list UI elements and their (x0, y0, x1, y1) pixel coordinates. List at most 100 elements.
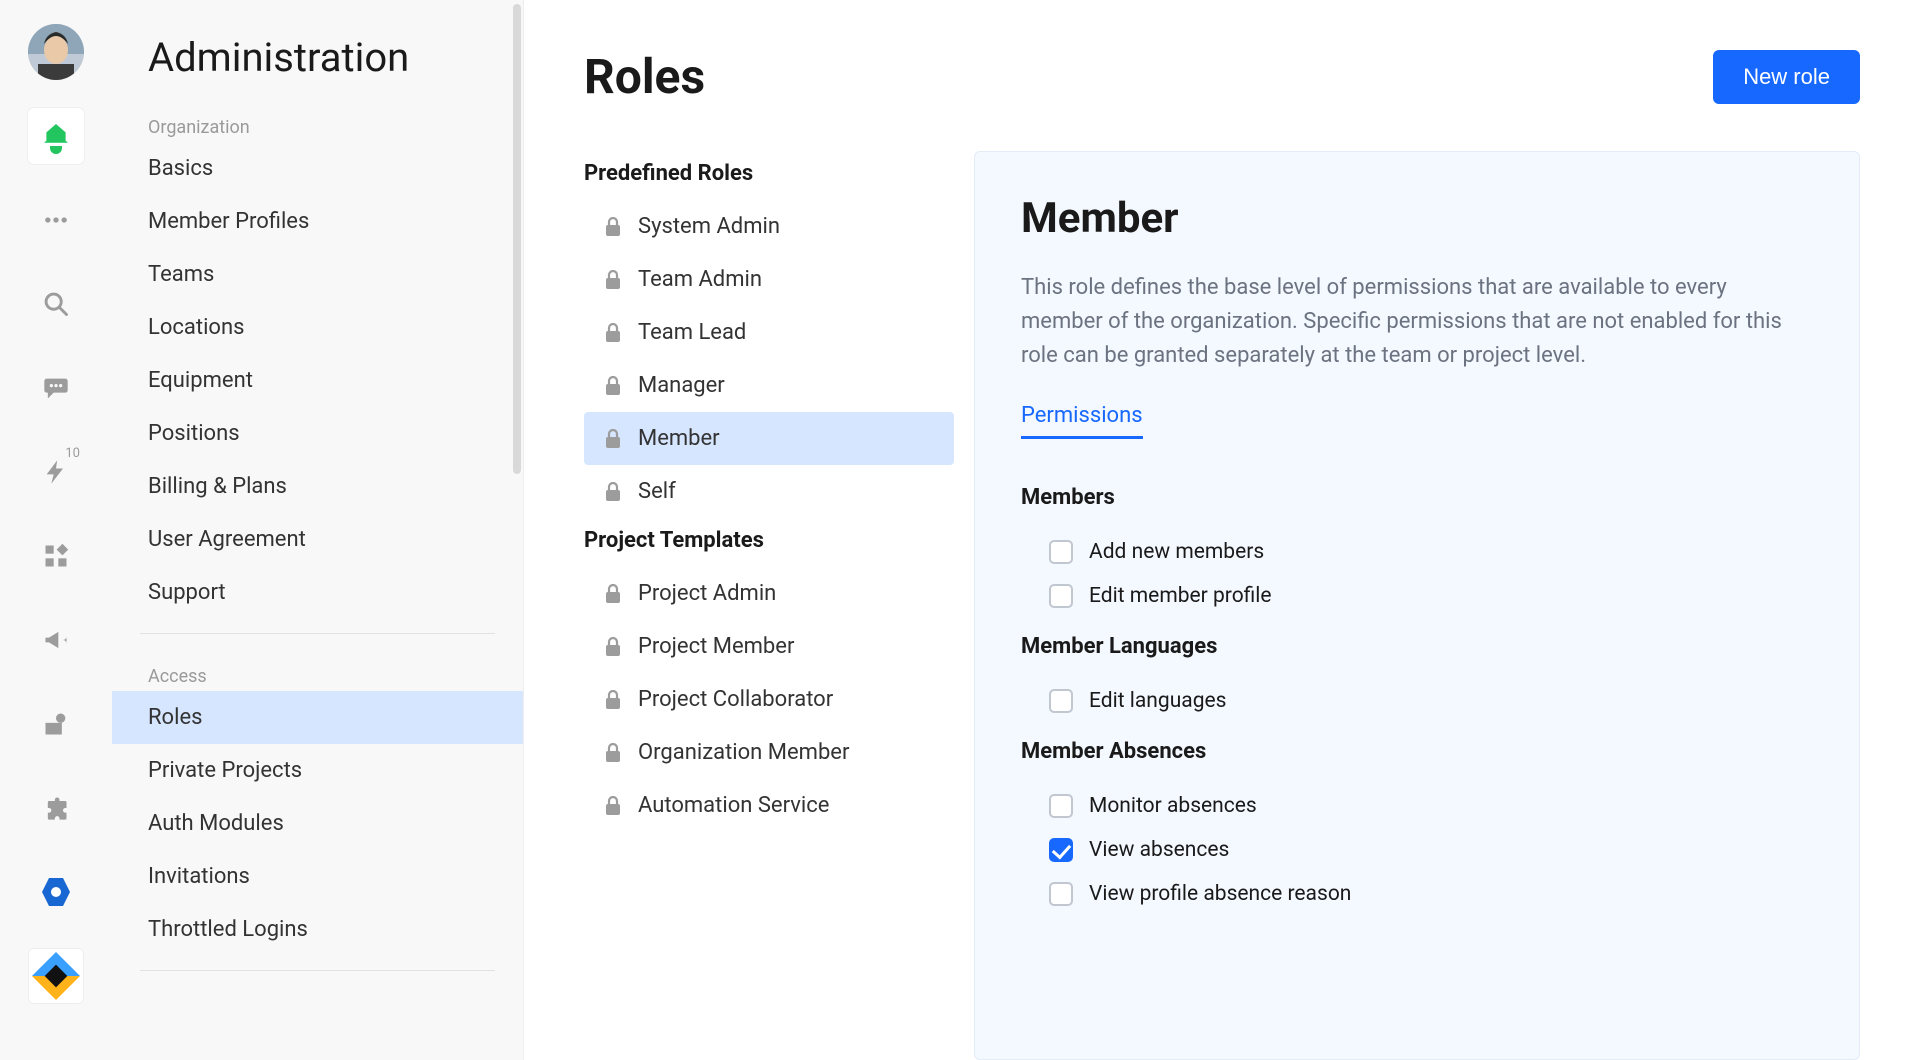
permission-label: View profile absence reason (1089, 882, 1351, 906)
sidebar-title: Administration (112, 34, 523, 99)
role-group-project-templates: Project Templates (584, 518, 954, 567)
permission-checkbox[interactable] (1049, 838, 1073, 862)
role-item-label: Project Member (638, 634, 794, 659)
role-item-label: System Admin (638, 214, 780, 239)
permission-row-add-new-members: Add new members (1021, 530, 1813, 574)
nav-member-profiles[interactable]: Member Profiles (112, 195, 523, 248)
nav-private-projects[interactable]: Private Projects (112, 744, 523, 797)
lightning-icon (42, 458, 70, 486)
main-header: Roles New role (584, 48, 1860, 105)
puzzle-icon (42, 794, 70, 822)
permission-checkbox[interactable] (1049, 584, 1073, 608)
permission-checkbox[interactable] (1049, 794, 1073, 818)
permission-section-member-languages: Member Languages (1021, 634, 1813, 659)
permission-checkbox[interactable] (1049, 882, 1073, 906)
chat-button[interactable] (28, 360, 84, 416)
sidebar-divider (140, 970, 495, 971)
permission-label: Add new members (1089, 540, 1264, 564)
notifications-button[interactable] (28, 108, 84, 164)
role-item-project-member[interactable]: Project Member (584, 620, 954, 673)
lock-icon (604, 482, 622, 502)
role-item-project-admin[interactable]: Project Admin (584, 567, 954, 620)
main-content: Roles New role Predefined Roles System A… (524, 0, 1920, 1060)
activity-button[interactable]: 10 (28, 444, 84, 500)
sidebar-divider (140, 633, 495, 634)
nav-invitations[interactable]: Invitations (112, 850, 523, 903)
permission-row-monitor-absences: Monitor absences (1021, 784, 1813, 828)
role-item-label: Team Lead (638, 320, 746, 345)
search-icon (42, 290, 70, 318)
nav-roles[interactable]: Roles (112, 691, 523, 744)
megaphone-icon (42, 626, 70, 654)
permission-label: Monitor absences (1089, 794, 1257, 818)
nav-auth-modules[interactable]: Auth Modules (112, 797, 523, 850)
role-item-label: Project Admin (638, 581, 776, 606)
lock-icon (604, 376, 622, 396)
ellipsis-icon (42, 206, 70, 234)
role-item-label: Organization Member (638, 740, 849, 765)
nav-basics[interactable]: Basics (112, 142, 523, 195)
sidebar-section-access: Access (112, 648, 523, 691)
lock-icon (604, 270, 622, 290)
extensions-button[interactable] (28, 780, 84, 836)
permission-section-members: Members (1021, 485, 1813, 510)
apps-icon (42, 542, 70, 570)
left-rail: 10 (0, 0, 112, 1060)
role-detail-description: This role defines the base level of perm… (1021, 271, 1813, 373)
lock-icon (604, 217, 622, 237)
nav-locations[interactable]: Locations (112, 301, 523, 354)
lock-icon (604, 743, 622, 763)
apps-button[interactable] (28, 528, 84, 584)
app-logo[interactable] (28, 948, 84, 1004)
lock-icon (604, 690, 622, 710)
permission-row-view-absences: View absences (1021, 828, 1813, 872)
nav-teams[interactable]: Teams (112, 248, 523, 301)
avatar[interactable] (28, 24, 84, 80)
role-item-label: Automation Service (638, 793, 829, 818)
role-item-manager[interactable]: Manager (584, 359, 954, 412)
role-item-organization-member[interactable]: Organization Member (584, 726, 954, 779)
role-item-automation-service[interactable]: Automation Service (584, 779, 954, 832)
role-item-project-collaborator[interactable]: Project Collaborator (584, 673, 954, 726)
settings-button[interactable] (28, 864, 84, 920)
nav-support[interactable]: Support (112, 566, 523, 619)
search-button[interactable] (28, 276, 84, 332)
nav-billing[interactable]: Billing & Plans (112, 460, 523, 513)
announcements-button[interactable] (28, 612, 84, 668)
more-button[interactable] (28, 192, 84, 248)
nav-positions[interactable]: Positions (112, 407, 523, 460)
sidebar-scrollbar[interactable] (513, 4, 521, 474)
role-item-team-admin[interactable]: Team Admin (584, 253, 954, 306)
role-group-predefined: Predefined Roles (584, 151, 954, 200)
role-item-label: Team Admin (638, 267, 762, 292)
new-role-button[interactable]: New role (1713, 50, 1860, 104)
gear-icon (42, 878, 70, 906)
nav-user-agreement[interactable]: User Agreement (112, 513, 523, 566)
permission-checkbox[interactable] (1049, 540, 1073, 564)
role-item-member[interactable]: Member (584, 412, 954, 465)
lock-icon (604, 429, 622, 449)
permission-checkbox[interactable] (1049, 689, 1073, 713)
permission-row-edit-member-profile: Edit member profile (1021, 574, 1813, 618)
chat-icon (42, 374, 70, 402)
role-item-self[interactable]: Self (584, 465, 954, 518)
role-item-label: Manager (638, 373, 725, 398)
bell-icon (44, 124, 68, 148)
lock-icon (604, 323, 622, 343)
role-item-label: Member (638, 426, 720, 451)
role-item-label: Project Collaborator (638, 687, 833, 712)
nav-throttled-logins[interactable]: Throttled Logins (112, 903, 523, 956)
admin-sidebar: Administration Organization Basics Membe… (112, 0, 524, 1060)
lock-icon (604, 584, 622, 604)
role-item-team-lead[interactable]: Team Lead (584, 306, 954, 359)
permission-label: Edit member profile (1089, 584, 1272, 608)
team-button[interactable] (28, 696, 84, 752)
nav-equipment[interactable]: Equipment (112, 354, 523, 407)
page-title: Roles (584, 48, 705, 105)
tab-permissions[interactable]: Permissions (1021, 403, 1143, 439)
role-detail-panel: Member This role defines the base level … (974, 151, 1860, 1060)
activity-badge: 10 (65, 446, 80, 461)
role-item-system-admin[interactable]: System Admin (584, 200, 954, 253)
lock-icon (604, 796, 622, 816)
roles-list: Predefined Roles System Admin Team Admin T… (584, 151, 954, 1060)
